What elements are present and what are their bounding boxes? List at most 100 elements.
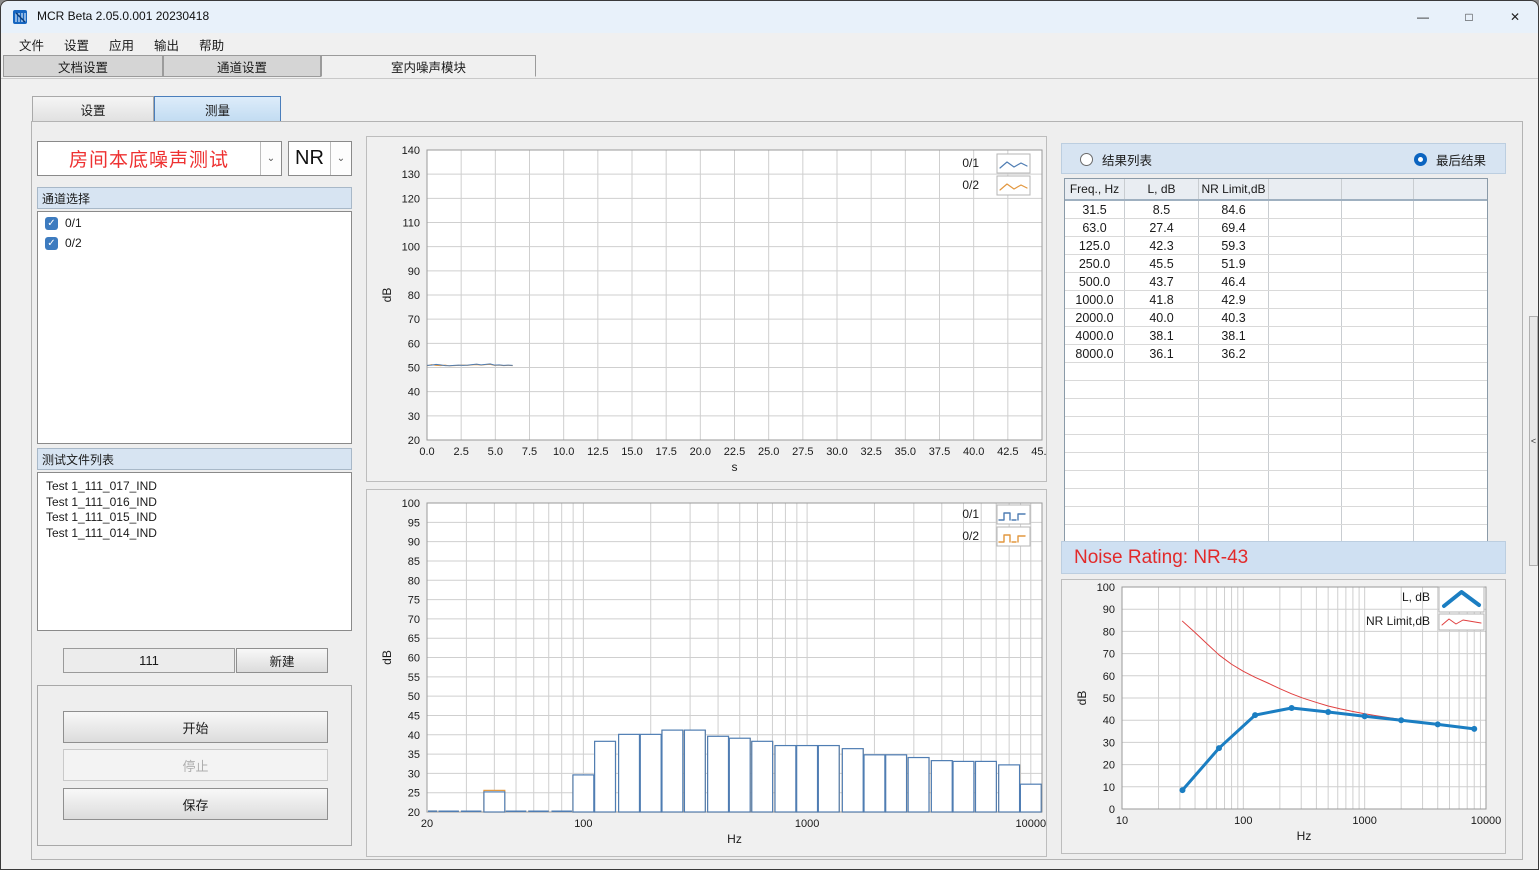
- table-row[interactable]: 2000.040.040.3: [1065, 309, 1487, 327]
- table-cell[interactable]: 45.5: [1125, 255, 1199, 272]
- checkbox-checked-icon[interactable]: ✓: [45, 217, 58, 230]
- table-cell[interactable]: [1269, 381, 1342, 398]
- radio-result-list[interactable]: 结果列表: [1080, 144, 1152, 175]
- table-cell[interactable]: [1199, 363, 1269, 380]
- table-row[interactable]: 31.58.584.6: [1065, 201, 1487, 219]
- menu-item-1[interactable]: 设置: [54, 33, 99, 56]
- table-cell[interactable]: [1342, 345, 1414, 362]
- table-cell[interactable]: 31.5: [1065, 201, 1125, 218]
- test-file-item[interactable]: Test 1_111_015_IND: [38, 510, 351, 526]
- table-cell[interactable]: [1065, 471, 1125, 488]
- table-empty-row[interactable]: [1065, 417, 1487, 435]
- table-row[interactable]: 1000.041.842.9: [1065, 291, 1487, 309]
- table-cell[interactable]: [1199, 381, 1269, 398]
- test-name-input[interactable]: 111: [63, 648, 235, 673]
- tab-0[interactable]: 文档设置: [3, 55, 163, 77]
- table-cell[interactable]: 69.4: [1199, 219, 1269, 236]
- table-cell[interactable]: [1269, 399, 1342, 416]
- table-cell[interactable]: [1414, 201, 1486, 218]
- table-cell[interactable]: [1414, 237, 1486, 254]
- table-cell[interactable]: 250.0: [1065, 255, 1125, 272]
- table-cell[interactable]: [1125, 525, 1199, 542]
- table-cell[interactable]: 1000.0: [1065, 291, 1125, 308]
- menu-item-4[interactable]: 帮助: [189, 33, 234, 56]
- table-cell[interactable]: 8.5: [1125, 201, 1199, 218]
- table-cell[interactable]: 43.7: [1125, 273, 1199, 290]
- table-cell[interactable]: [1414, 453, 1486, 470]
- table-cell[interactable]: [1125, 399, 1199, 416]
- table-cell[interactable]: [1414, 273, 1486, 290]
- table-cell[interactable]: [1125, 471, 1199, 488]
- minimize-button[interactable]: —: [1400, 1, 1446, 33]
- table-cell[interactable]: [1065, 435, 1125, 452]
- table-cell[interactable]: 40.3: [1199, 309, 1269, 326]
- radio-last-result[interactable]: 最后结果: [1414, 144, 1486, 175]
- collapse-panel-button[interactable]: <: [1529, 316, 1538, 566]
- table-cell[interactable]: [1065, 399, 1125, 416]
- rating-type-combobox[interactable]: NR ⌄: [288, 141, 352, 176]
- table-row[interactable]: 500.043.746.4: [1065, 273, 1487, 291]
- table-cell[interactable]: [1414, 381, 1486, 398]
- test-type-combobox[interactable]: 房间本底噪声测试 ⌄: [37, 141, 282, 176]
- table-cell[interactable]: [1065, 507, 1125, 524]
- table-cell[interactable]: [1342, 309, 1414, 326]
- table-cell[interactable]: [1269, 417, 1342, 434]
- table-row[interactable]: 8000.036.136.2: [1065, 345, 1487, 363]
- table-cell[interactable]: [1065, 453, 1125, 470]
- table-cell[interactable]: [1269, 489, 1342, 506]
- table-cell[interactable]: [1342, 417, 1414, 434]
- table-cell[interactable]: 38.1: [1199, 327, 1269, 344]
- table-cell[interactable]: [1065, 381, 1125, 398]
- table-cell[interactable]: [1414, 417, 1486, 434]
- table-cell[interactable]: 84.6: [1199, 201, 1269, 218]
- table-cell[interactable]: [1342, 363, 1414, 380]
- table-cell[interactable]: [1199, 453, 1269, 470]
- table-cell[interactable]: 46.4: [1199, 273, 1269, 290]
- table-cell[interactable]: [1269, 273, 1342, 290]
- start-button[interactable]: 开始: [63, 711, 328, 743]
- chevron-down-icon[interactable]: ⌄: [260, 142, 281, 175]
- table-cell[interactable]: [1342, 471, 1414, 488]
- table-empty-row[interactable]: [1065, 489, 1487, 507]
- table-cell[interactable]: 41.8: [1125, 291, 1199, 308]
- table-cell[interactable]: [1414, 525, 1486, 542]
- table-cell[interactable]: [1414, 291, 1486, 308]
- table-row[interactable]: 4000.038.138.1: [1065, 327, 1487, 345]
- table-cell[interactable]: [1342, 327, 1414, 344]
- table-cell[interactable]: 51.9: [1199, 255, 1269, 272]
- table-row[interactable]: 63.027.469.4: [1065, 219, 1487, 237]
- table-cell[interactable]: [1414, 399, 1486, 416]
- table-cell[interactable]: [1414, 345, 1486, 362]
- menu-item-3[interactable]: 输出: [144, 33, 189, 56]
- table-cell[interactable]: 59.3: [1199, 237, 1269, 254]
- table-cell[interactable]: [1269, 327, 1342, 344]
- radio-selected-icon[interactable]: [1414, 153, 1427, 166]
- table-cell[interactable]: [1342, 453, 1414, 470]
- table-cell[interactable]: [1342, 219, 1414, 236]
- table-cell[interactable]: [1414, 435, 1486, 452]
- table-cell[interactable]: 4000.0: [1065, 327, 1125, 344]
- save-button[interactable]: 保存: [63, 788, 328, 820]
- table-cell[interactable]: [1199, 417, 1269, 434]
- table-cell[interactable]: [1065, 525, 1125, 542]
- table-cell[interactable]: [1342, 507, 1414, 524]
- table-cell[interactable]: [1269, 291, 1342, 308]
- table-empty-row[interactable]: [1065, 507, 1487, 525]
- table-cell[interactable]: 8000.0: [1065, 345, 1125, 362]
- new-button[interactable]: 新建: [236, 648, 328, 673]
- table-cell[interactable]: [1269, 507, 1342, 524]
- table-cell[interactable]: [1065, 417, 1125, 434]
- table-cell[interactable]: 40.0: [1125, 309, 1199, 326]
- table-cell[interactable]: [1125, 417, 1199, 434]
- table-cell[interactable]: [1125, 507, 1199, 524]
- close-button[interactable]: ✕: [1492, 1, 1538, 33]
- table-cell[interactable]: 36.2: [1199, 345, 1269, 362]
- table-empty-row[interactable]: [1065, 435, 1487, 453]
- test-file-item[interactable]: Test 1_111_017_IND: [38, 479, 351, 495]
- table-cell[interactable]: [1342, 399, 1414, 416]
- table-cell[interactable]: [1065, 489, 1125, 506]
- table-cell[interactable]: [1342, 273, 1414, 290]
- subtab-settings[interactable]: 设置: [32, 96, 154, 122]
- table-cell[interactable]: 42.3: [1125, 237, 1199, 254]
- stop-button[interactable]: 停止: [63, 749, 328, 781]
